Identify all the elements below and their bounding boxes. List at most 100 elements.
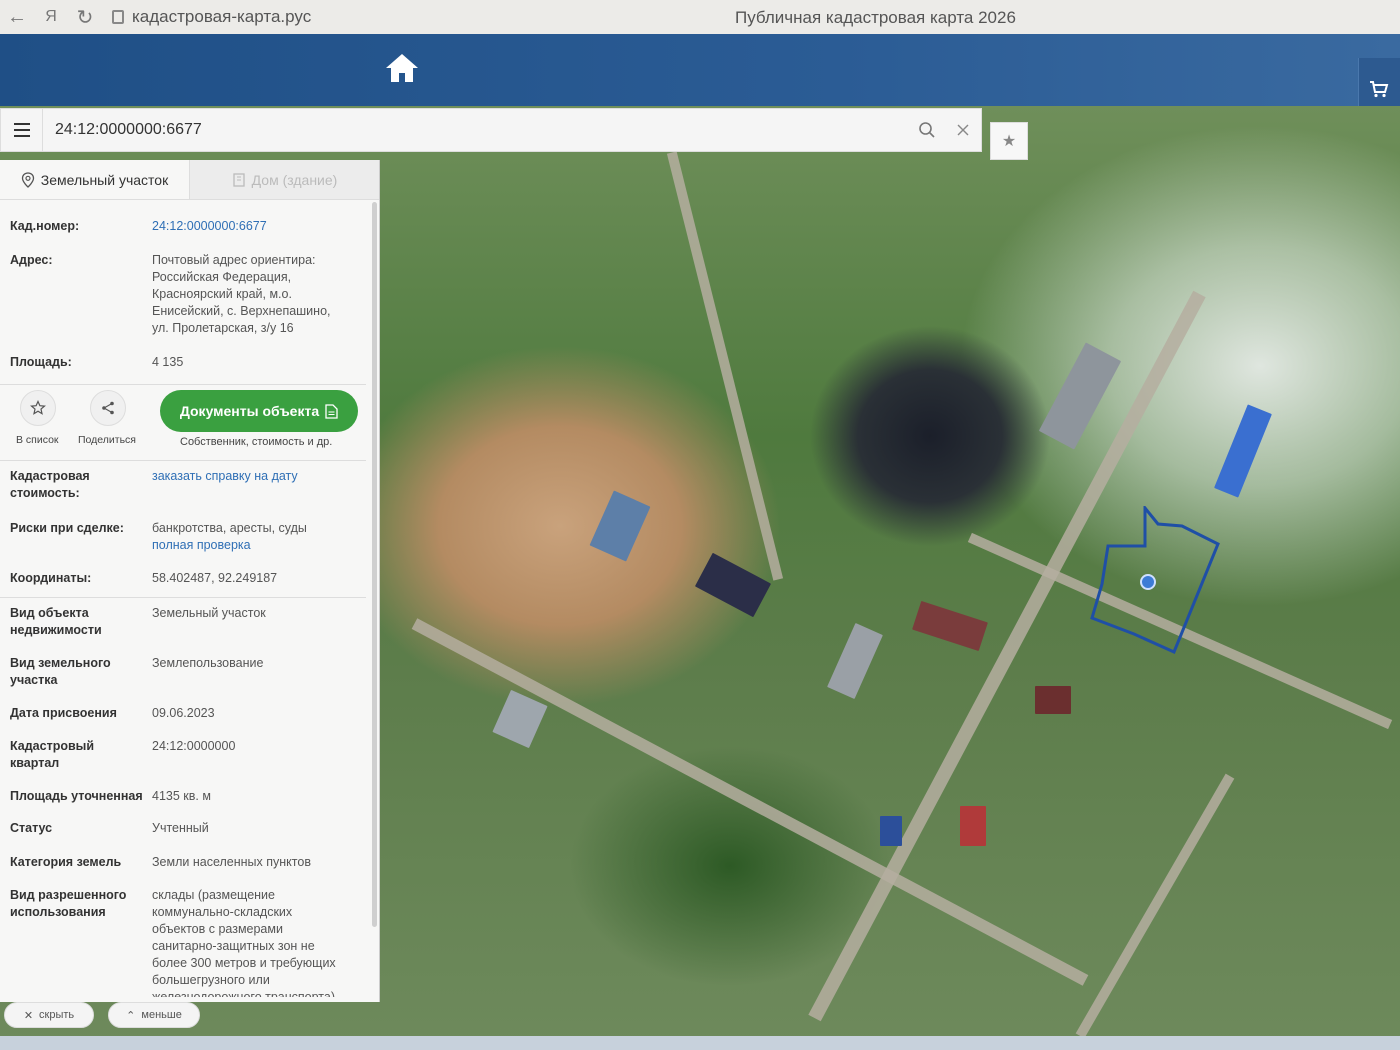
precise-area-label: Площадь уточненная [10, 789, 143, 803]
divider [0, 384, 366, 385]
close-icon: ✕ [23, 1009, 34, 1022]
building [960, 806, 986, 846]
parcel-marker[interactable] [1140, 574, 1156, 590]
address-value: Почтовый адрес ориентира: Российская Фед… [152, 252, 352, 337]
divider [0, 597, 366, 598]
building-icon [233, 172, 245, 187]
permitted-use-line: санитарно-защитных зон не [152, 939, 315, 953]
divider [0, 460, 366, 461]
area-label: Площадь: [10, 355, 72, 369]
lock-icon [112, 10, 124, 24]
land-type-label: Вид земельного участка [10, 656, 111, 687]
full-check-link[interactable]: полная проверка [152, 537, 352, 554]
yandex-icon[interactable]: Я [34, 8, 68, 26]
land-category-value: Земли населенных пунктов [152, 855, 311, 869]
address-line: Почтовый адрес ориентира: [152, 253, 316, 267]
order-certificate-link[interactable]: заказать справку на дату [152, 468, 352, 485]
coordinates-label: Координаты: [10, 571, 92, 585]
site-header [0, 34, 1400, 128]
area-value: 4 135 [152, 355, 184, 369]
less-label: меньше [141, 1009, 182, 1021]
search-input[interactable] [43, 121, 909, 139]
documents-button-label: Документы объекта [179, 403, 320, 419]
kad-number-label: Кад.номер: [10, 219, 80, 233]
reload-icon[interactable]: ↻ [68, 5, 102, 30]
object-info-panel: Земельный участок Дом (здание) Кад.номер… [0, 160, 380, 1002]
hide-label: скрыть [39, 1009, 75, 1021]
permitted-use-line: объектов с размерами [152, 922, 283, 936]
road [1075, 773, 1235, 1039]
cart-icon [1370, 81, 1389, 98]
cad-quarter-value: 24:12:0000000 [152, 739, 236, 753]
kad-number-link[interactable]: 24:12:0000000:6677 [152, 218, 352, 235]
coordinates-value: 58.402487, 92.249187 [152, 571, 278, 585]
menu-icon[interactable] [1, 108, 43, 152]
building [827, 622, 883, 700]
building [880, 816, 902, 846]
address-line: Енисейский, с. Верхнепашино, [152, 304, 331, 318]
document-icon [325, 403, 338, 419]
assign-date-label: Дата присвоения [10, 706, 117, 720]
assign-date-value: 09.06.2023 [152, 706, 215, 720]
permitted-use-line: большегрузного или [152, 973, 270, 987]
object-tabs: Земельный участок Дом (здание) [0, 160, 379, 200]
building [912, 600, 988, 652]
address-line: Красноярский край, м.о. [152, 287, 292, 301]
add-to-list-button[interactable] [20, 390, 56, 426]
star-icon: ★ [1001, 133, 1017, 150]
precise-area-value: 4135 кв. м [152, 789, 211, 803]
chevron-up-icon: ⌃ [126, 1009, 136, 1022]
os-taskbar [0, 1036, 1400, 1050]
risks-label: Риски при сделке: [10, 521, 124, 535]
share-icon [102, 401, 114, 415]
building [694, 552, 772, 618]
panel-scrollbar[interactable] [372, 202, 377, 927]
back-icon[interactable]: ← [0, 6, 34, 29]
status-label: Статус [10, 821, 53, 835]
permitted-use-line: коммунально-складских [152, 905, 293, 919]
share-button[interactable] [90, 390, 126, 426]
building [1214, 404, 1272, 498]
permitted-use-line: железнодорожного транспорта) [152, 990, 335, 997]
permitted-use-label: Вид разрешенного использования [10, 888, 127, 919]
tab-house-label: Дом (здание) [251, 171, 338, 188]
address-bar[interactable]: кадастровая-карта.рус [112, 3, 311, 31]
risks-text: банкротства, аресты, суды [152, 521, 307, 535]
object-type-value: Земельный участок [152, 606, 266, 620]
add-to-list-label: В список [16, 434, 59, 446]
page-title: Публичная кадастровая карта 2026 [735, 8, 1016, 27]
building [1035, 686, 1071, 714]
search-icon[interactable] [909, 108, 945, 152]
cad-quarter-label: Кадастровый квартал [10, 739, 95, 770]
map-pin-icon [21, 171, 34, 188]
land-type-value: Землепользование [152, 656, 264, 670]
search-bar [0, 108, 982, 152]
collapse-button[interactable]: ⌃ меньше [108, 1002, 200, 1028]
risks-value: банкротства, аресты, суды полная проверк… [152, 520, 352, 554]
permitted-use-line: склады (размещение [152, 888, 275, 902]
permitted-use-value: склады (размещение коммунально-складских… [152, 887, 352, 997]
browser-toolbar: ← Я ↻ кадастровая-карта.рус Публичная ка… [0, 0, 1400, 34]
land-category-label: Категория земель [10, 855, 122, 869]
hide-panel-button[interactable]: ✕ скрыть [4, 1002, 94, 1028]
address-label: Адрес: [10, 253, 53, 267]
clear-icon[interactable] [945, 108, 981, 152]
permitted-use-line: более 300 метров и требующих [152, 956, 336, 970]
home-icon[interactable] [384, 52, 420, 84]
star-outline-icon [30, 400, 46, 415]
building [492, 689, 548, 749]
cad-cost-label: Кадастровая стоимость: [10, 469, 90, 500]
status-value: Учтенный [152, 821, 209, 835]
tab-house[interactable]: Дом (здание) [189, 160, 379, 199]
road [411, 618, 1089, 986]
share-label: Поделиться [78, 434, 136, 446]
url-text[interactable]: кадастровая-карта.рус [132, 7, 311, 27]
address-line: Российская Федерация, [152, 270, 292, 284]
tab-land-plot[interactable]: Земельный участок [0, 160, 189, 199]
building [1038, 342, 1122, 450]
address-line: ул. Пролетарская, з/у 16 [152, 321, 294, 335]
building [589, 490, 651, 562]
object-type-label: Вид объекта недвижимости [10, 606, 102, 637]
favorites-button[interactable]: ★ [990, 122, 1028, 160]
documents-button[interactable]: Документы объекта [160, 390, 358, 432]
